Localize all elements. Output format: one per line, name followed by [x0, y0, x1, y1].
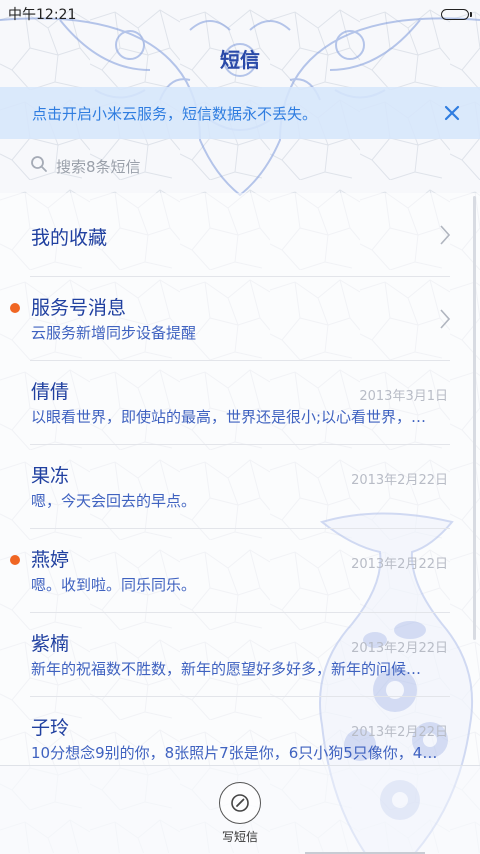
status-bar: 中午12:21	[0, 0, 480, 28]
conversation-name: 燕婷	[31, 549, 70, 571]
conversation-name: 紫楠	[31, 633, 70, 655]
conversation-date: 2013年2月22日	[351, 725, 448, 740]
cloud-service-banner[interactable]: 点击开启小米云服务，短信数据永不丢失。	[0, 87, 480, 139]
scrollbar[interactable]	[473, 196, 476, 640]
page-title: 短信	[220, 48, 260, 72]
conversation-row[interactable]: 倩倩以眼看世界，即使站的最高，世界还是很小;以心看世界，… 2013年3月1日	[0, 361, 480, 445]
battery-icon	[441, 8, 472, 20]
conversation-name: 子玲	[31, 717, 70, 739]
search-icon	[30, 155, 48, 177]
conversation-row[interactable]: 紫楠新年的祝福数不胜数，新年的愿望好多好多，新年的问候… 2013年2月22日	[0, 613, 480, 697]
chevron-right-icon	[440, 309, 450, 329]
compose-button[interactable]	[219, 782, 261, 824]
banner-text[interactable]: 点击开启小米云服务，短信数据永不丢失。	[32, 103, 428, 124]
conversation-preview: 嗯。收到啦。同乐同乐。	[31, 576, 197, 594]
chevron-right-icon	[440, 225, 450, 245]
close-icon[interactable]	[428, 89, 476, 137]
conversation-date: 2013年2月22日	[351, 641, 448, 656]
conversation-row[interactable]: 服务号消息云服务新增同步设备提醒	[0, 277, 480, 361]
conversation-preview: 新年的祝福数不胜数，新年的愿望好多好多，新年的问候…	[31, 660, 422, 678]
compose-icon	[231, 794, 249, 812]
conversation-name: 我的收藏	[31, 227, 108, 249]
unread-dot	[10, 303, 20, 313]
conversation-row[interactable]: 燕婷嗯。收到啦。同乐同乐。 2013年2月22日	[0, 529, 480, 613]
unread-dot	[10, 555, 20, 565]
conversation-row[interactable]: 子玲 10分想念9别的你，8张照片7张是你，6只小狗5只像你，4… 2013年2月2…	[0, 697, 480, 765]
conversation-preview: 云服务新增同步设备提醒	[31, 324, 197, 342]
conversation-name: 果冻	[31, 465, 70, 487]
compose-label[interactable]: 写短信	[0, 828, 480, 845]
conversation-list[interactable]: 我的收藏服务号消息云服务新增同步设备提醒倩倩以眼看世界，即使站的最高，世界还是很…	[0, 193, 480, 765]
conversation-preview: 10分想念9别的你，8张照片7张是你，6只小狗5只像你，4…	[31, 744, 438, 762]
conversation-date: 2013年2月22日	[351, 557, 448, 572]
search-input[interactable]: 搜索8条短信	[30, 150, 141, 182]
conversation-name: 倩倩	[31, 381, 70, 403]
conversation-row[interactable]: 我的收藏	[0, 193, 480, 277]
conversation-name: 服务号消息	[31, 297, 127, 319]
bottom-bar: 写短信	[0, 765, 480, 854]
conversation-date: 2013年2月22日	[351, 473, 448, 488]
search-placeholder: 搜索8条短信	[56, 157, 141, 176]
status-time: 中午12:21	[8, 7, 77, 23]
conversation-preview: 以眼看世界，即使站的最高，世界还是很小;以心看世界，…	[31, 408, 427, 426]
conversation-preview: 嗯，今天会回去的早点。	[31, 492, 197, 510]
conversation-row[interactable]: 果冻嗯，今天会回去的早点。 2013年2月22日	[0, 445, 480, 529]
conversation-date: 2013年3月1日	[359, 389, 448, 404]
